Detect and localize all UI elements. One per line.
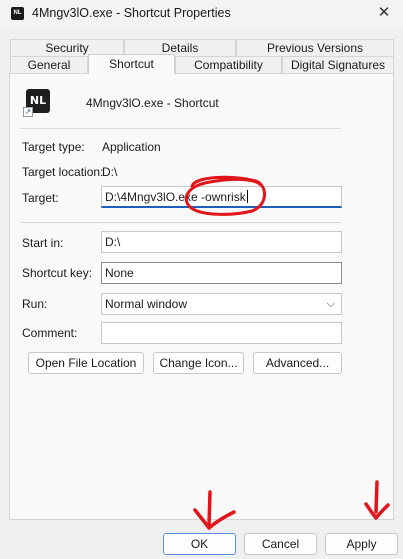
ok-button[interactable]: OK	[163, 533, 236, 555]
target-location-value: D:\	[102, 165, 118, 179]
tab-digital-signatures[interactable]: Digital Signatures	[282, 56, 394, 74]
run-label: Run:	[22, 297, 48, 311]
advanced-button[interactable]: Advanced...	[253, 352, 342, 374]
target-input[interactable]: D:\4Mngv3lO.exe -ownrisk	[101, 186, 342, 208]
target-argument-text: -ownrisk	[197, 190, 246, 204]
comment-input[interactable]	[101, 322, 342, 344]
target-path-text: D:\4Mngv3lO.exe	[105, 190, 198, 204]
shortcut-key-input[interactable]: None	[101, 262, 342, 284]
text-caret	[246, 190, 248, 203]
run-select[interactable]: Normal window ⌵	[101, 293, 342, 315]
close-icon[interactable]: ✕	[371, 2, 397, 24]
start-in-input[interactable]: D:\	[101, 231, 342, 253]
window-title: 4Mngv3lO.exe - Shortcut Properties	[32, 6, 231, 20]
tab-shortcut[interactable]: Shortcut	[88, 54, 175, 74]
separator	[20, 128, 341, 129]
target-type-label: Target type:	[22, 140, 85, 154]
chevron-down-icon: ⌵	[326, 298, 335, 310]
separator	[20, 222, 341, 223]
shortcut-key-label: Shortcut key:	[22, 266, 93, 280]
shortcut-name: 4Mngv3lO.exe - Shortcut	[86, 96, 219, 110]
target-label: Target:	[22, 191, 59, 205]
run-select-value: Normal window	[105, 297, 188, 311]
title-bar: NL 4Mngv3lO.exe - Shortcut Properties ✕	[0, 0, 403, 28]
target-type-value: Application	[102, 140, 161, 154]
cancel-button[interactable]: Cancel	[244, 533, 317, 555]
app-icon: NL	[11, 7, 24, 20]
open-file-location-button[interactable]: Open File Location	[28, 352, 144, 374]
apply-button[interactable]: Apply	[325, 533, 398, 555]
change-icon-button[interactable]: Change Icon...	[153, 352, 244, 374]
tab-general[interactable]: General	[10, 56, 88, 74]
tab-previous-versions[interactable]: Previous Versions	[236, 39, 394, 56]
tab-compatibility[interactable]: Compatibility	[175, 56, 282, 74]
shortcut-arrow-icon: ↗	[23, 107, 33, 117]
target-location-label: Target location:	[22, 165, 104, 179]
start-in-label: Start in:	[22, 236, 64, 250]
comment-label: Comment:	[22, 326, 78, 340]
